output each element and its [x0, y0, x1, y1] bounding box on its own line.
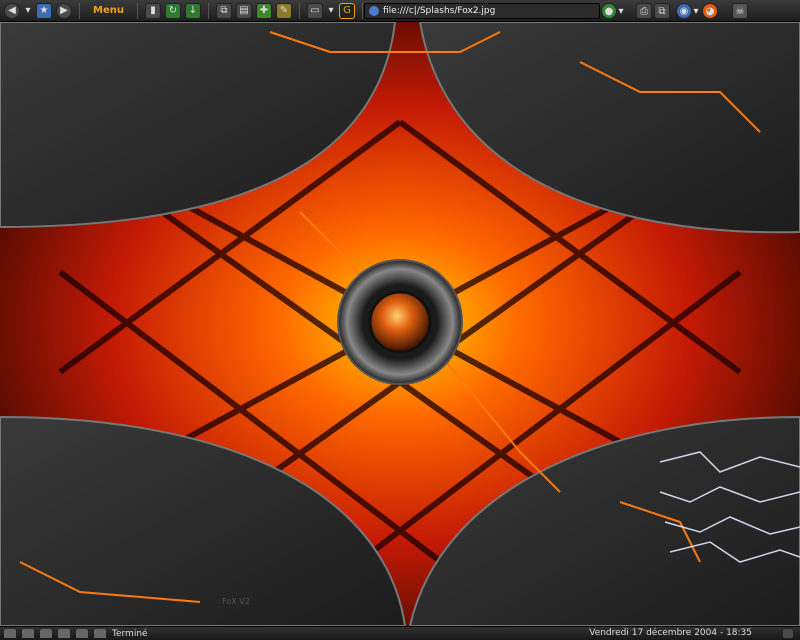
g-icon[interactable]: G: [338, 2, 355, 19]
url-text: file:///c|/Splashs/Fox2.jpg: [383, 6, 496, 16]
signal-icon[interactable]: ▮: [144, 2, 161, 19]
copy-icon[interactable]: ⧉: [654, 3, 670, 19]
central-orb: [368, 290, 432, 354]
chevron-down-icon[interactable]: ▾: [617, 3, 625, 19]
watermark: FoX V2: [222, 597, 250, 606]
skull-icon[interactable]: ☠: [732, 3, 748, 19]
page-icon[interactable]: ▭: [306, 2, 323, 19]
menu-button[interactable]: Menu: [87, 5, 130, 16]
status-icon[interactable]: [94, 629, 106, 638]
edit-icon[interactable]: ✎: [275, 2, 292, 19]
go-icon[interactable]: ●: [601, 3, 617, 19]
copy-icon[interactable]: ⧉: [215, 2, 232, 19]
back-icon[interactable]: ◀: [4, 2, 20, 19]
bookmark-icon[interactable]: ★: [36, 2, 52, 19]
status-icon[interactable]: [58, 629, 70, 638]
download-icon[interactable]: ↓: [184, 2, 201, 19]
toolbar-separator: [361, 2, 363, 19]
reload-icon[interactable]: ↻: [164, 2, 181, 19]
status-datetime: Vendredi 17 décembre 2004 - 18:35: [589, 628, 752, 638]
toolbar-separator: [79, 2, 80, 19]
status-icon[interactable]: [4, 629, 16, 638]
toolbar-separator: [298, 2, 300, 19]
paste-icon[interactable]: ▤: [235, 2, 252, 19]
chevron-down-icon[interactable]: ▾: [692, 3, 700, 19]
firefox-icon[interactable]: ◕: [702, 3, 718, 19]
chevron-down-icon[interactable]: ▾: [327, 3, 335, 19]
status-bar: Terminé Vendredi 17 décembre 2004 - 18:3…: [0, 626, 800, 640]
forward-icon[interactable]: ▶: [56, 2, 72, 19]
status-icon[interactable]: [22, 629, 34, 638]
page-icon: [369, 6, 379, 16]
chevron-down-icon[interactable]: ▾: [24, 3, 32, 19]
puzzle-icon[interactable]: ✚: [255, 2, 272, 19]
toolbar-separator: [136, 2, 138, 19]
page-content: FoX V2: [0, 22, 800, 626]
splash-image: FoX V2: [0, 22, 800, 626]
status-icon[interactable]: [76, 629, 88, 638]
print-icon[interactable]: ⎙: [636, 3, 652, 19]
toolbar-separator: [207, 2, 209, 19]
status-text: Terminé: [112, 628, 148, 639]
globe-icon[interactable]: ◉: [676, 3, 692, 19]
address-bar[interactable]: file:///c|/Splashs/Fox2.jpg: [364, 3, 600, 19]
status-icon[interactable]: [40, 629, 52, 638]
resize-grip-icon[interactable]: [782, 628, 794, 639]
